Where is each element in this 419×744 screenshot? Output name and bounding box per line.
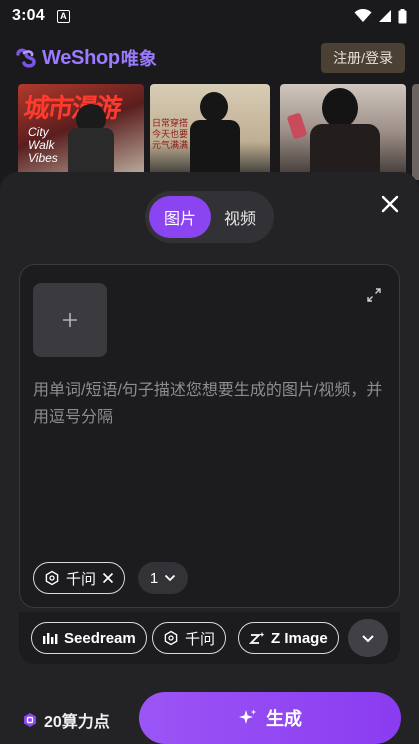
model-option-qwen[interactable]: 千问 (152, 622, 227, 654)
qwen-icon (164, 630, 178, 646)
status-bar: 3:04 A (0, 0, 419, 32)
tab-image[interactable]: 图片 (149, 196, 211, 238)
model-option-seedream[interactable]: Seedream (31, 622, 147, 654)
weshop-logo-icon (16, 48, 36, 68)
gallery-thumb[interactable] (280, 84, 406, 180)
thumb-subtitle: City Walk Vibes (28, 125, 58, 165)
chevron-down-icon (362, 634, 374, 642)
credits-label: 20算力点 (44, 714, 110, 731)
thumb-caption: 日常穿搭 今天也要 元气满满 (152, 118, 189, 150)
credit-coin-icon (24, 713, 36, 727)
thumb-title: 城市漫游 (21, 93, 122, 123)
generate-button[interactable]: 生成 (139, 692, 401, 744)
prompt-card: 用单词/短语/句子描述您想要生成的图片/视频，并用逗号分隔 千问 1 (19, 264, 400, 608)
prompt-input[interactable]: 用单词/短语/句子描述您想要生成的图片/视频，并用逗号分隔 (33, 377, 383, 431)
close-icon (381, 195, 399, 213)
gallery-thumb[interactable]: 城市漫游 City Walk Vibes (18, 84, 144, 180)
chevron-down-icon (165, 574, 176, 582)
thumb-figure (322, 88, 358, 128)
model-option-label: Z Image (271, 629, 328, 647)
selected-model-label: 千问 (66, 570, 97, 588)
tab-video[interactable]: 视频 (209, 196, 271, 238)
thumb-figure-body (190, 120, 240, 180)
qwen-icon (45, 570, 59, 586)
thumb-phone (286, 112, 308, 140)
model-option-z-image[interactable]: Z Image (238, 622, 339, 654)
close-button[interactable] (376, 190, 404, 218)
inspiration-gallery[interactable]: 城市漫游 City Walk Vibes 日常穿搭 今天也要 元气满满 (0, 84, 419, 180)
generate-label: 生成 (266, 709, 302, 729)
z-sparkle-icon (249, 632, 265, 644)
signal-icon (379, 10, 391, 22)
generate-sheet: 图片 视频 用单词/短语/句子描述您想要生成的图片/视频，并用逗号分隔 千问 1… (0, 172, 419, 744)
plus-icon (63, 313, 77, 327)
status-indicators (354, 8, 407, 24)
gallery-thumb[interactable] (412, 84, 419, 180)
credits-balance: 20算力点 (22, 708, 110, 732)
expand-icon[interactable] (366, 287, 382, 303)
notification-icon: A (56, 9, 70, 23)
wifi-icon (354, 9, 372, 22)
model-options-row: Seedream 千问 Z Image (0, 612, 419, 664)
selected-model-chip[interactable]: 千问 (33, 562, 126, 594)
more-models-button[interactable] (348, 619, 388, 657)
app-header: WeShop 唯象 注册/登录 (0, 32, 419, 84)
brand-name: WeShop (42, 46, 120, 69)
remove-icon[interactable] (102, 572, 114, 584)
model-option-label: 千问 (185, 630, 216, 648)
upload-image-button[interactable] (33, 283, 107, 357)
image-count-select[interactable]: 1 (138, 562, 188, 594)
login-register-button[interactable]: 注册/登录 (321, 43, 405, 73)
thumb-figure (200, 92, 228, 122)
brand-name-cn: 唯象 (120, 49, 157, 69)
media-type-switch: 图片 视频 (145, 191, 274, 243)
status-time: 3:04 (12, 7, 45, 24)
battery-icon (398, 8, 407, 23)
sparkle-icon (239, 709, 256, 724)
image-count-value: 1 (149, 569, 159, 587)
gallery-thumb[interactable]: 日常穿搭 今天也要 元气满满 (150, 84, 270, 180)
bars-icon (43, 633, 58, 644)
model-option-label: Seedream (64, 629, 136, 647)
